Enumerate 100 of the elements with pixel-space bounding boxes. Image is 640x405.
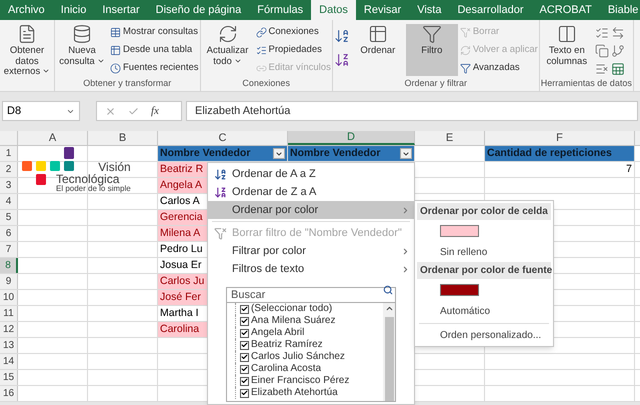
sort-ascending-icon[interactable] (334, 28, 350, 44)
filter-dropdown-button[interactable] (273, 148, 285, 159)
row-header[interactable]: 3 (0, 178, 18, 193)
caret-icon (275, 150, 283, 158)
ribbon-tab[interactable]: Inicio (52, 0, 94, 20)
ribbon-tab[interactable]: Insertar (94, 0, 148, 20)
color-swatch[interactable] (440, 284, 479, 296)
tool-icon[interactable] (594, 26, 609, 40)
tool-icon[interactable] (610, 26, 625, 40)
ribbon-tab[interactable]: Biable (600, 0, 640, 20)
row-header[interactable]: 5 (0, 210, 18, 225)
search-icon (383, 285, 393, 295)
group-label: Obtener y transformar (82, 77, 172, 90)
function-button[interactable]: fx (151, 102, 159, 120)
ribbon-small-icon (460, 62, 471, 74)
row-header[interactable]: 14 (0, 354, 18, 369)
scrollbar[interactable] (383, 302, 395, 401)
menu-item[interactable]: Orden personalizado... (415, 326, 553, 344)
column-header[interactable]: B (88, 131, 158, 145)
group-label: Herramientas de datos (540, 77, 632, 90)
ribbon-tab[interactable]: Vista (409, 0, 450, 20)
row-header[interactable]: 7 (0, 242, 18, 257)
ribbon-button[interactable]: Actualizar todo (202, 24, 254, 76)
formula-field[interactable]: Elizabeth Atehortúa (186, 101, 638, 121)
ribbon-tab[interactable]: ACROBAT (531, 0, 600, 20)
row-header[interactable]: 9 (0, 274, 18, 289)
ribbon-tab[interactable]: Fórmulas (249, 0, 312, 20)
column-header[interactable]: E (415, 131, 485, 145)
tool-icon[interactable] (594, 62, 609, 76)
ribbon-small-button[interactable]: Desde una tabla (110, 42, 199, 58)
search-field[interactable]: Buscar (226, 287, 396, 303)
table-cell: Nombre Vendedor (158, 146, 288, 161)
tool-icon[interactable] (610, 44, 625, 58)
clear-filter-icon (214, 226, 226, 240)
checkbox[interactable] (240, 328, 249, 338)
row-header[interactable]: 4 (0, 194, 18, 209)
ribbon-tab[interactable]: Archivo (0, 0, 53, 20)
row-header[interactable]: 12 (0, 322, 18, 337)
name-box[interactable]: D8 (2, 101, 80, 121)
row-header[interactable]: 1 (0, 146, 18, 161)
ribbon-icon (17, 24, 37, 44)
group-label: Ordenar y filtrar (404, 77, 468, 90)
menu-item[interactable]: Ordenar por color (208, 201, 414, 219)
row-header[interactable]: 11 (0, 306, 18, 321)
ribbon-small-icon (110, 62, 121, 74)
ribbon-tab[interactable]: Datos (311, 0, 356, 20)
ribbon-icon (72, 24, 92, 44)
ribbon-small-icon (460, 26, 471, 38)
value-label: Carlos Julio Sánchez (251, 351, 345, 363)
ribbon-small-icon (110, 26, 121, 38)
tool-icon[interactable] (594, 44, 609, 58)
ribbon-tab[interactable]: Desarrollador (449, 0, 532, 20)
checkbox[interactable] (240, 388, 249, 398)
row-header[interactable]: 2 (0, 162, 18, 177)
sort-descending-icon[interactable] (334, 52, 350, 68)
column-header[interactable]: F (485, 131, 635, 145)
ribbon-button[interactable]: Filtro (406, 24, 458, 76)
checkbox[interactable] (240, 304, 249, 314)
ribbon-icon (368, 24, 388, 44)
ribbon-button[interactable]: Ordenar (352, 24, 404, 76)
ribbon-tab[interactable]: Revisar (356, 0, 410, 20)
checkbox[interactable] (240, 364, 249, 374)
logo-subtitle: Tecnológica (56, 173, 120, 185)
sort-descending-icon (214, 186, 226, 198)
value-label: Elizabeth Atehortúa (251, 387, 338, 399)
ribbon-icon (422, 24, 442, 44)
section-header: Ordenar por color de celda (417, 203, 551, 220)
checkbox[interactable] (240, 376, 249, 386)
menu-item[interactable]: Automático (415, 301, 553, 321)
ribbon-button[interactable]: Obtener datos externos (1, 24, 53, 76)
scroll-up-icon (384, 304, 394, 313)
color-swatch[interactable] (440, 225, 479, 237)
ribbon-icon (218, 24, 238, 44)
row-header[interactable]: 6 (0, 226, 18, 241)
checkbox[interactable] (240, 352, 249, 362)
value-label: Einer Francisco Pérez (251, 375, 350, 387)
tool-icon[interactable] (610, 62, 625, 76)
ribbon-small-button[interactable]: Avanzadas (460, 60, 538, 76)
row-header[interactable]: 15 (0, 370, 18, 385)
ribbon-button[interactable]: Nueva consulta (56, 24, 108, 76)
column-header[interactable]: A (18, 131, 88, 145)
checkbox[interactable] (240, 340, 249, 350)
ribbon-small-button[interactable]: Fuentes recientes (110, 60, 199, 76)
ribbon-small-icon (460, 44, 471, 56)
ribbon-tab[interactable]: Diseño de página (148, 0, 250, 20)
sort-ascending-icon (214, 168, 226, 180)
filter-dropdown-button[interactable] (400, 148, 412, 159)
row-header[interactable]: 10 (0, 290, 18, 305)
ribbon-small-button[interactable]: Mostrar consultas (110, 24, 199, 40)
menu-item[interactable]: Sin relleno (415, 242, 553, 262)
checkbox[interactable] (240, 316, 249, 326)
column-header[interactable]: D (288, 131, 415, 145)
row-header[interactable]: 13 (0, 338, 18, 353)
ribbon-small-button[interactable]: Conexiones (256, 24, 331, 40)
logo-tagline: El poder de lo simple (56, 185, 131, 193)
row-header[interactable]: 16 (0, 386, 18, 401)
ribbon-button[interactable]: Texto en columnas (540, 24, 593, 76)
ribbon-icon (556, 24, 577, 44)
row-header[interactable]: 8 (0, 258, 18, 273)
ribbon-small-button[interactable]: Propiedades (256, 42, 331, 58)
